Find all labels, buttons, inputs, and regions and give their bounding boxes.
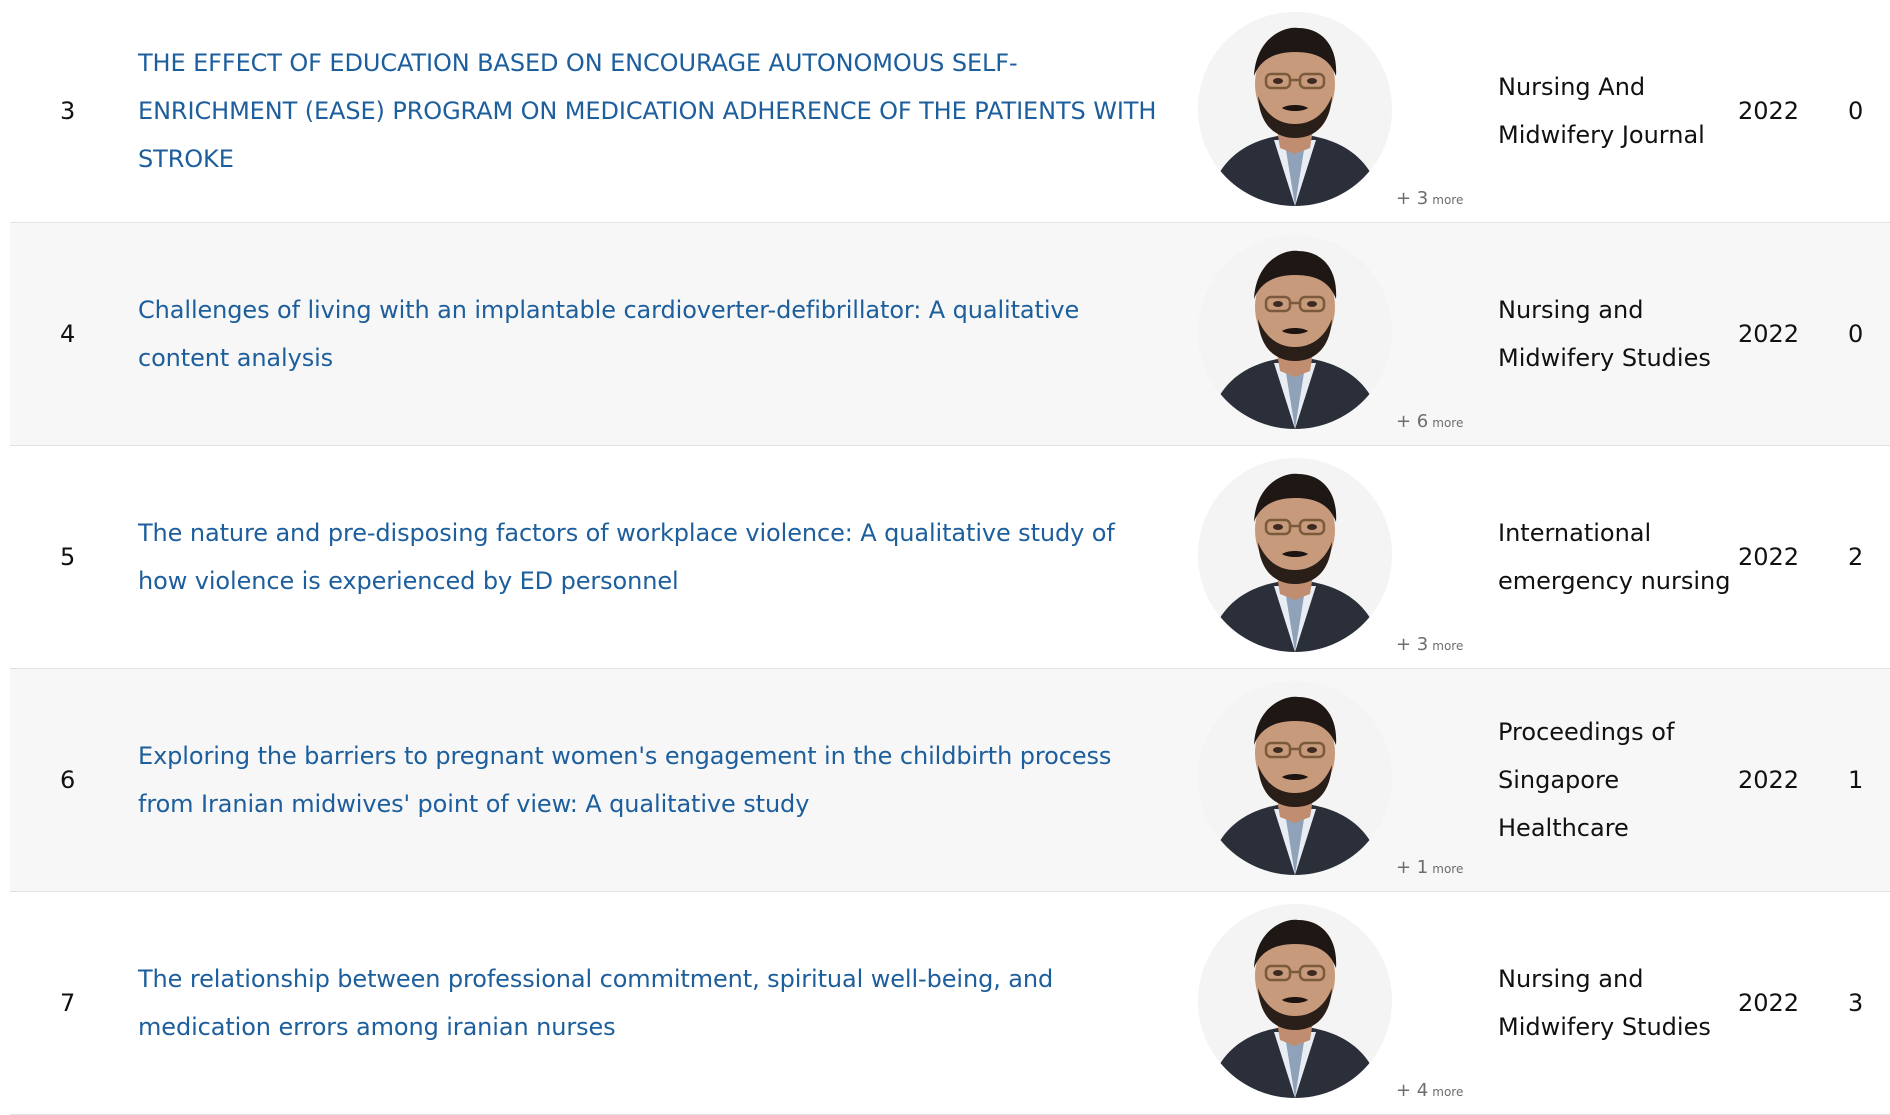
publication-year: 2022 xyxy=(1738,989,1800,1017)
year-cell: 2022 xyxy=(1738,892,1808,1114)
authors-cell: + 4 more xyxy=(1190,892,1470,1114)
title-cell: Challenges of living with an implantable… xyxy=(138,223,1168,445)
more-label: more xyxy=(1432,1085,1464,1099)
more-authors[interactable]: + 3 more xyxy=(1396,189,1463,210)
row-number-text: 7 xyxy=(60,989,76,1017)
table-row: 4 Challenges of living with an implantab… xyxy=(10,223,1890,446)
publications-table: 3 THE EFFECT OF EDUCATION BASED ON ENCOU… xyxy=(10,0,1890,1115)
journal-name: Nursing and Midwifery Studies xyxy=(1498,965,1711,1041)
table-row: 6 Exploring the barriers to pregnant wom… xyxy=(10,669,1890,892)
more-authors[interactable]: + 3 more xyxy=(1396,635,1463,656)
journal-cell: Proceedings of Singapore Healthcare xyxy=(1498,669,1738,891)
publication-title-link[interactable]: The nature and pre-disposing factors of … xyxy=(138,509,1168,605)
more-authors-count: + 6 xyxy=(1396,411,1429,432)
journal-name: Nursing And Midwifery Journal xyxy=(1498,73,1705,149)
title-cell: The relationship between professional co… xyxy=(138,892,1168,1114)
row-number-text: 4 xyxy=(60,320,76,348)
authors-cell: + 3 more xyxy=(1190,0,1470,222)
row-number: 6 xyxy=(60,669,100,891)
journal-cell: International emergency nursing xyxy=(1498,446,1738,668)
publication-year: 2022 xyxy=(1738,320,1800,348)
citation-count: 3 xyxy=(1848,989,1864,1017)
more-authors-count: + 3 xyxy=(1396,634,1429,655)
title-cell: The nature and pre-disposing factors of … xyxy=(138,446,1168,668)
author-avatar[interactable] xyxy=(1198,458,1392,652)
citations-cell: 2 xyxy=(1848,446,1888,668)
citations-cell: 0 xyxy=(1848,223,1888,445)
title-cell: Exploring the barriers to pregnant women… xyxy=(138,669,1168,891)
author-avatar[interactable] xyxy=(1198,681,1392,875)
journal-name: International emergency nursing xyxy=(1498,519,1731,595)
row-number-text: 3 xyxy=(60,97,76,125)
publication-title-link[interactable]: Exploring the barriers to pregnant women… xyxy=(138,732,1168,828)
author-avatar[interactable] xyxy=(1198,235,1392,429)
more-authors[interactable]: + 1 more xyxy=(1396,858,1463,879)
year-cell: 2022 xyxy=(1738,223,1808,445)
more-authors-count: + 4 xyxy=(1396,1080,1429,1101)
journal-name: Nursing and Midwifery Studies xyxy=(1498,296,1711,372)
authors-cell: + 3 more xyxy=(1190,446,1470,668)
more-authors-count: + 1 xyxy=(1396,857,1429,878)
journal-name: Proceedings of Singapore Healthcare xyxy=(1498,718,1675,842)
table-row: 7 The relationship between professional … xyxy=(10,892,1890,1115)
citation-count: 0 xyxy=(1848,320,1864,348)
citations-cell: 3 xyxy=(1848,892,1888,1114)
year-cell: 2022 xyxy=(1738,446,1808,668)
more-authors-count: + 3 xyxy=(1396,188,1429,209)
author-avatar[interactable] xyxy=(1198,12,1392,206)
title-cell: THE EFFECT OF EDUCATION BASED ON ENCOURA… xyxy=(138,0,1168,222)
authors-cell: + 6 more xyxy=(1190,223,1470,445)
authors-cell: + 1 more xyxy=(1190,669,1470,891)
row-number: 7 xyxy=(60,892,100,1114)
more-label: more xyxy=(1432,639,1464,653)
journal-cell: Nursing And Midwifery Journal xyxy=(1498,0,1738,222)
more-authors[interactable]: + 6 more xyxy=(1396,412,1463,433)
row-number: 5 xyxy=(60,446,100,668)
citation-count: 0 xyxy=(1848,97,1864,125)
more-label: more xyxy=(1432,862,1464,876)
citations-cell: 0 xyxy=(1848,0,1888,222)
row-number: 4 xyxy=(60,223,100,445)
publication-title-link[interactable]: Challenges of living with an implantable… xyxy=(138,286,1168,382)
author-avatar[interactable] xyxy=(1198,904,1392,1098)
row-number-text: 5 xyxy=(60,543,76,571)
citations-cell: 1 xyxy=(1848,669,1888,891)
table-row: 5 The nature and pre-disposing factors o… xyxy=(10,446,1890,669)
year-cell: 2022 xyxy=(1738,0,1808,222)
journal-cell: Nursing and Midwifery Studies xyxy=(1498,892,1738,1114)
more-authors[interactable]: + 4 more xyxy=(1396,1081,1463,1102)
citation-count: 1 xyxy=(1848,766,1864,794)
publication-year: 2022 xyxy=(1738,543,1800,571)
citation-count: 2 xyxy=(1848,543,1864,571)
publication-title-link[interactable]: THE EFFECT OF EDUCATION BASED ON ENCOURA… xyxy=(138,39,1168,183)
year-cell: 2022 xyxy=(1738,669,1808,891)
row-number-text: 6 xyxy=(60,766,76,794)
publication-year: 2022 xyxy=(1738,97,1800,125)
publication-title-link[interactable]: The relationship between professional co… xyxy=(138,955,1168,1051)
row-number: 3 xyxy=(60,0,100,222)
table-row: 3 THE EFFECT OF EDUCATION BASED ON ENCOU… xyxy=(10,0,1890,223)
more-label: more xyxy=(1432,193,1464,207)
more-label: more xyxy=(1432,416,1464,430)
journal-cell: Nursing and Midwifery Studies xyxy=(1498,223,1738,445)
publication-year: 2022 xyxy=(1738,766,1800,794)
